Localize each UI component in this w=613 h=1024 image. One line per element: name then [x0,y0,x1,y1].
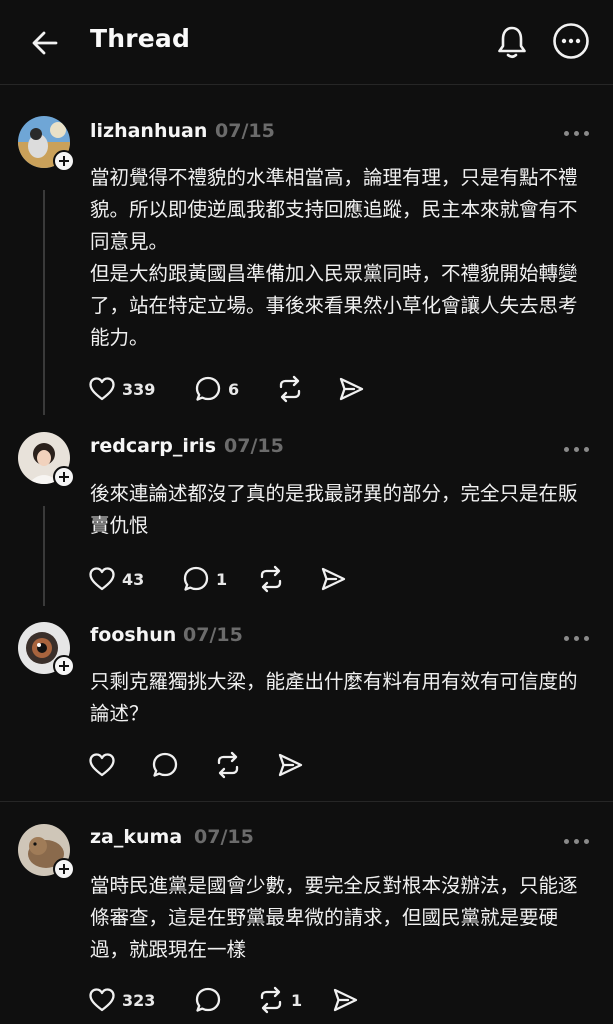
repost-button[interactable]: 1 [257,985,302,1015]
follow-button[interactable] [53,466,75,488]
more-horizontal-icon [553,23,589,59]
username[interactable]: za_kuma [90,826,182,848]
username[interactable]: lizhanhuan [90,120,207,142]
comment-icon [195,376,221,401]
username[interactable]: fooshun [90,624,176,646]
send-icon [339,377,364,401]
share-button[interactable] [337,374,365,404]
post-date: 07/15 [224,435,284,457]
post-date: 07/15 [183,624,243,646]
post-more-button[interactable] [564,839,590,847]
post-actions: 43 1 [88,564,588,594]
share-button[interactable] [319,564,347,594]
like-button[interactable]: 323 [88,985,155,1015]
post-more-button[interactable] [564,636,590,644]
send-icon [278,753,303,777]
repost-count: 1 [291,990,303,1010]
thread-line [43,506,45,606]
post-more-button[interactable] [564,447,590,455]
send-icon [333,988,358,1012]
bell-icon [498,26,526,59]
heart-icon [89,988,115,1012]
page-title: Thread [90,24,191,53]
post-actions [88,750,588,780]
share-button[interactable] [331,985,359,1015]
like-count: 43 [122,569,145,589]
repost-button[interactable] [214,750,248,780]
reply-count: 1 [216,569,228,589]
follow-button[interactable] [53,858,75,880]
reply-button[interactable]: 1 [182,564,227,594]
comment-icon [195,987,221,1012]
username[interactable]: redcarp_iris [90,435,216,457]
repost-icon [279,375,301,403]
reply-button[interactable]: 6 [194,374,239,404]
follow-button[interactable] [53,150,75,172]
notifications-button[interactable] [494,24,530,60]
back-button[interactable] [30,28,60,58]
heart-icon [89,377,115,401]
top-bar: Thread [0,0,613,85]
post-actions: 339 6 [88,374,588,404]
post-text: 當時民進黨是國會少數，要完全反對根本沒辦法，只能逐條審查，這是在野黨最卑微的請求… [90,874,578,961]
post-date: 07/15 [215,120,275,142]
post-text: 只剩克羅獨挑大梁，能產出什麼有料有用有效有可信度的論述？ [90,670,578,725]
post-text: 當初覺得不禮貌的水準相當高，論理有理，只是有點不禮貌。所以即使逆風我都支持回應追… [90,166,578,349]
heart-icon [89,567,115,591]
follow-button[interactable] [53,655,75,677]
like-button[interactable]: 43 [88,564,144,594]
post-more-button[interactable] [564,131,590,139]
more-options-button[interactable] [552,22,590,60]
like-count: 323 [122,990,156,1010]
repost-icon [260,565,282,593]
post-date: 07/15 [194,826,254,848]
reply-count: 6 [228,379,240,399]
like-button[interactable]: 339 [88,374,155,404]
send-icon [321,567,346,591]
like-button[interactable] [88,750,122,780]
reply-button[interactable] [151,750,185,780]
thread-line [43,190,45,415]
repost-icon [260,986,282,1014]
post-text: 後來連論述都沒了真的是我最訝異的部分，完全只是在販賣仇恨 [90,482,578,537]
comment-icon [183,566,209,591]
repost-button[interactable] [276,374,310,404]
arrow-left-icon [32,31,58,55]
share-button[interactable] [276,750,304,780]
repost-button[interactable] [257,564,291,594]
post-actions: 323 1 [88,985,588,1015]
like-count: 339 [122,379,156,399]
post-divider [0,801,613,802]
repost-icon [217,751,239,779]
reply-button[interactable] [194,985,228,1015]
comment-icon [152,752,178,777]
heart-icon [89,753,115,777]
